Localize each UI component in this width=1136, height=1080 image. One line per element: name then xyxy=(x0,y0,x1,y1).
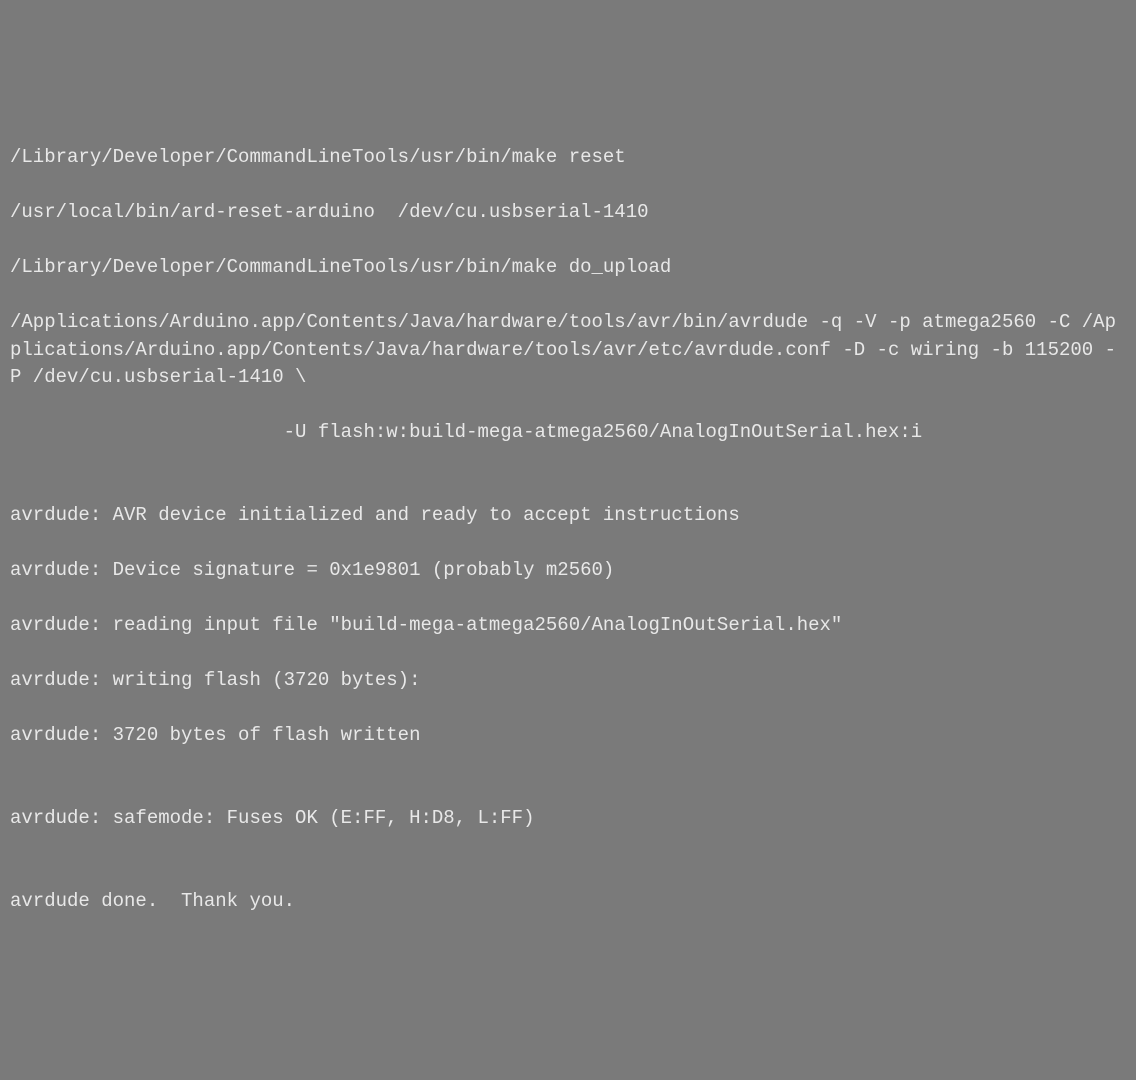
terminal-line: -U flash:w:build-mega-atmega2560/AnalogI… xyxy=(10,419,1126,447)
terminal-line: avrdude: safemode: Fuses OK (E:FF, H:D8,… xyxy=(10,805,1126,833)
terminal-line: /usr/local/bin/ard-reset-arduino /dev/cu… xyxy=(10,199,1126,227)
terminal-line: avrdude: writing flash (3720 bytes): xyxy=(10,667,1126,695)
terminal-line: avrdude: reading input file "build-mega-… xyxy=(10,612,1126,640)
terminal-line: avrdude done. Thank you. xyxy=(10,888,1126,916)
terminal-output: /Library/Developer/CommandLineTools/usr/… xyxy=(10,116,1126,942)
terminal-line: avrdude: 3720 bytes of flash written xyxy=(10,722,1126,750)
terminal-line: /Applications/Arduino.app/Contents/Java/… xyxy=(10,309,1126,392)
terminal-line: /Library/Developer/CommandLineTools/usr/… xyxy=(10,144,1126,172)
terminal-line: avrdude: AVR device initialized and read… xyxy=(10,502,1126,530)
terminal-line: /Library/Developer/CommandLineTools/usr/… xyxy=(10,254,1126,282)
terminal-line: avrdude: Device signature = 0x1e9801 (pr… xyxy=(10,557,1126,585)
